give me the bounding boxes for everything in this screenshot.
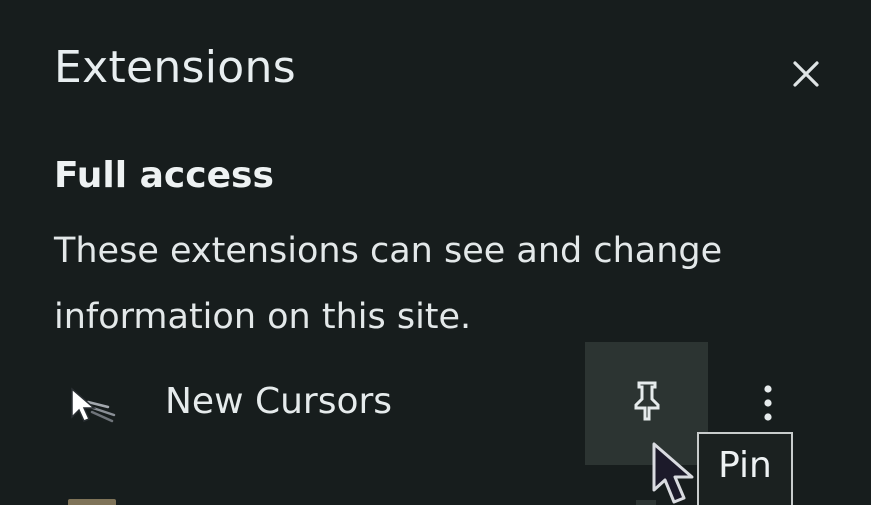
extension-name: New Cursors <box>165 381 393 422</box>
mouse-pointer-icon <box>652 442 694 504</box>
more-vertical-icon <box>764 385 772 421</box>
section-description: These extensions can see and change info… <box>54 231 723 337</box>
extensions-panel: Extensions Full access These extensions … <box>0 0 871 505</box>
pin-tooltip: Pin <box>697 432 793 505</box>
panel-title: Extensions <box>54 42 296 93</box>
next-extension-icon <box>68 499 116 505</box>
cursor-extension-icon <box>71 387 116 423</box>
tooltip-text: Pin <box>718 445 772 486</box>
more-options-button[interactable] <box>744 375 792 431</box>
close-icon <box>793 61 819 87</box>
section-title: Full access <box>54 155 274 196</box>
close-button[interactable] <box>782 50 830 98</box>
pin-icon <box>634 381 659 420</box>
